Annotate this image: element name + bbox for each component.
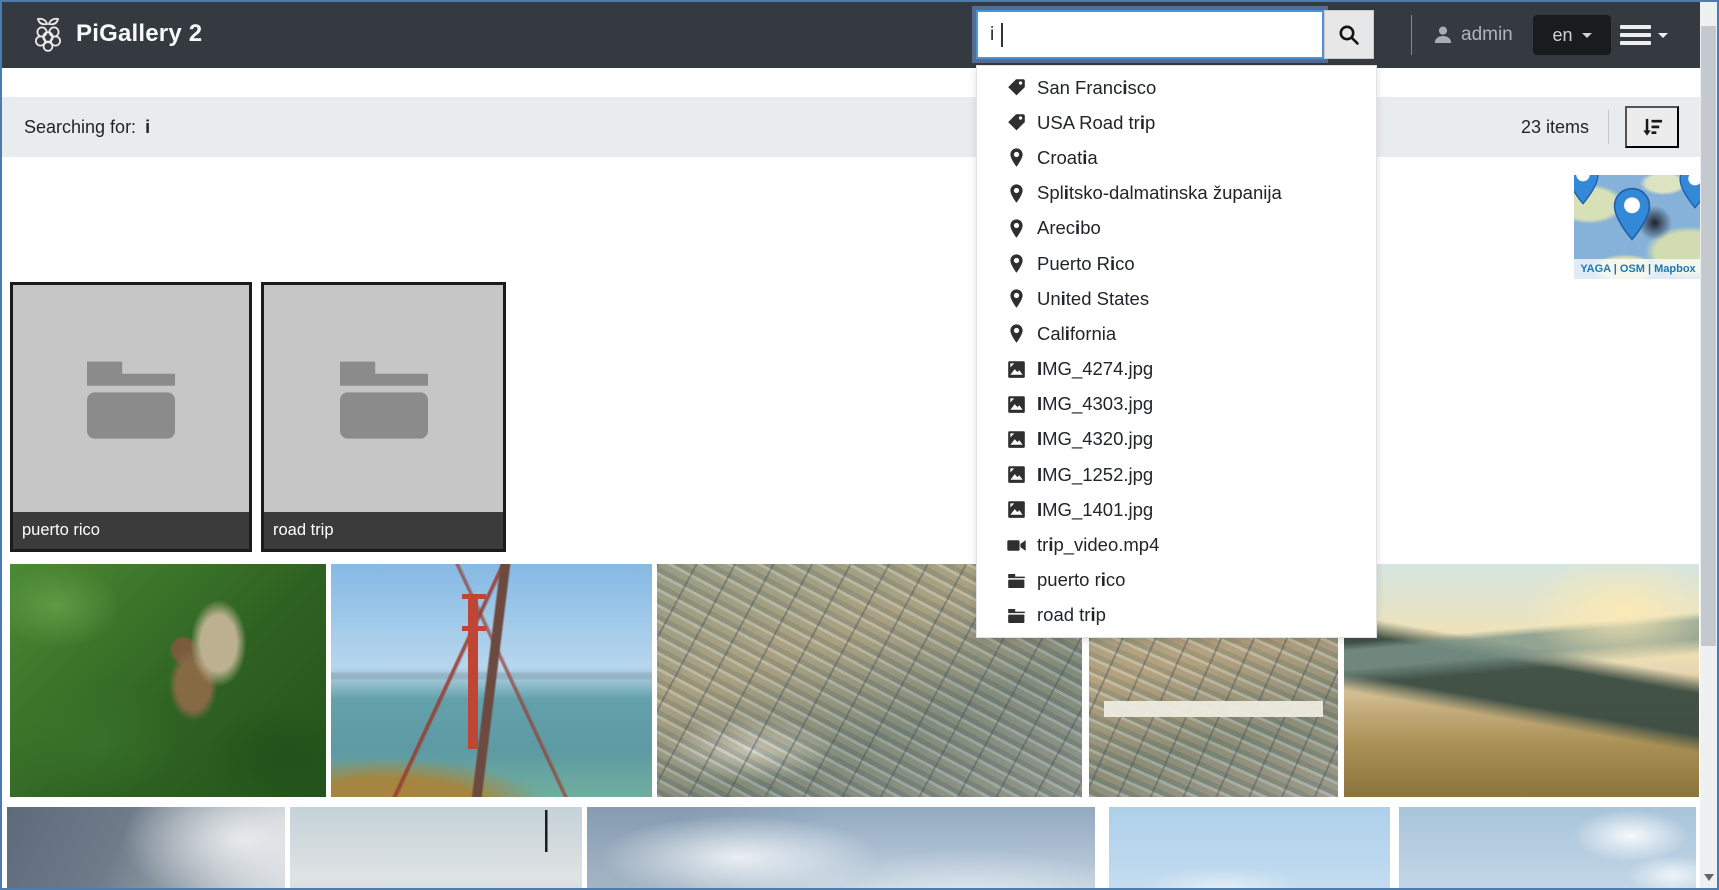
item-count-label: 23 items — [1521, 97, 1589, 157]
search-suggestion[interactable]: Splitsko-dalmatinska županija — [977, 176, 1376, 211]
suggestion-label: trip_video.mp4 — [1037, 534, 1159, 556]
pigallery-window: PiGallery 2 admin en — [0, 0, 1719, 890]
folder-icon — [328, 355, 440, 443]
location-pin-icon — [1006, 323, 1027, 344]
caret-down-icon — [1582, 33, 1592, 38]
search-suggestion[interactable]: United States — [977, 281, 1376, 316]
raspberry-pi-logo-icon[interactable] — [28, 15, 68, 55]
search-suggestion[interactable]: Croatia — [977, 140, 1376, 175]
search-suggestion[interactable]: IMG_4274.jpg — [977, 352, 1376, 387]
main-menu-button[interactable] — [1620, 2, 1668, 68]
location-pin-icon — [1006, 288, 1027, 309]
photo-thumbnail-mountain-ridge[interactable] — [1344, 564, 1699, 797]
search-status-bar: Searching for: i 23 items — [2, 97, 1700, 157]
folder-icon — [1006, 605, 1027, 626]
suggestion-label: California — [1037, 323, 1116, 345]
image-icon — [1006, 464, 1027, 485]
suggestion-label: IMG_4274.jpg — [1037, 358, 1153, 380]
navbar-divider — [1411, 15, 1412, 55]
search-suggestion[interactable]: Arecibo — [977, 211, 1376, 246]
search-suggestion[interactable]: IMG_4303.jpg — [977, 387, 1376, 422]
searching-for-label: Searching for: — [24, 117, 136, 137]
photo-thumbnail-storm-clouds[interactable] — [7, 807, 285, 890]
location-pin-icon — [1006, 147, 1027, 168]
folder-icon — [75, 355, 187, 443]
suggestion-label: road trip — [1037, 604, 1106, 626]
search-suggestion[interactable]: road trip — [977, 598, 1376, 633]
scroll-up-button[interactable] — [1700, 3, 1717, 23]
search-suggestions-dropdown: San Francisco USA Road trip Croatia Splitsk… — [976, 65, 1377, 638]
suggestion-label: San Francisco — [1037, 77, 1156, 99]
search-suggestion[interactable]: IMG_4320.jpg — [977, 422, 1376, 457]
scroll-down-button[interactable] — [1700, 867, 1717, 887]
search-suggestion[interactable]: IMG_1401.jpg — [977, 492, 1376, 527]
location-pin-icon — [1006, 253, 1027, 274]
suggestion-label: Croatia — [1037, 147, 1098, 169]
search-query-text: i — [145, 117, 150, 137]
suggestion-label: IMG_4320.jpg — [1037, 428, 1153, 450]
search-suggestion[interactable]: puerto rico — [977, 563, 1376, 598]
folder-name: puerto rico — [13, 512, 249, 549]
top-navbar: PiGallery 2 admin en — [2, 2, 1717, 68]
folder-tile-puerto-rico[interactable]: puerto rico — [10, 282, 252, 552]
suggestion-label: USA Road trip — [1037, 112, 1155, 134]
app-title[interactable]: PiGallery 2 — [76, 2, 202, 68]
language-label: en — [1552, 25, 1572, 46]
search-suggestion[interactable]: Puerto Rico — [977, 246, 1376, 281]
photo-thumbnail-cloudy-sky[interactable] — [587, 807, 1095, 890]
photo-thumbnail-teal-building[interactable] — [290, 807, 582, 890]
suggestion-label: Arecibo — [1037, 217, 1101, 239]
search-suggestion[interactable]: San Francisco — [977, 70, 1376, 105]
sort-button[interactable] — [1625, 106, 1679, 148]
folder-tile-road-trip[interactable]: road trip — [261, 282, 506, 552]
suggestion-label: IMG_1401.jpg — [1037, 499, 1153, 521]
folder-name: road trip — [264, 512, 503, 549]
map-attribution: YAGA | OSM | Mapbox — [1574, 259, 1702, 279]
suggestion-label: United States — [1037, 288, 1149, 310]
map-preview-widget[interactable]: YAGA | OSM | Mapbox — [1574, 175, 1702, 279]
image-icon — [1006, 359, 1027, 380]
status-divider — [1608, 110, 1609, 144]
search-icon — [1337, 23, 1361, 47]
search-suggestion[interactable]: trip_video.mp4 — [977, 527, 1376, 562]
caret-down-icon — [1658, 33, 1668, 38]
image-icon — [1006, 499, 1027, 520]
search-suggestion[interactable]: IMG_1252.jpg — [977, 457, 1376, 492]
search-suggestion[interactable]: California — [977, 316, 1376, 351]
searching-for-text: Searching for: i — [24, 97, 150, 157]
suggestion-label: puerto rico — [1037, 569, 1125, 591]
map-pin-icon — [1678, 175, 1702, 209]
username-label: admin — [1461, 24, 1513, 46]
image-icon — [1006, 429, 1027, 450]
arrow-down-icon — [1704, 874, 1714, 881]
video-camera-icon — [1006, 535, 1027, 556]
photo-thumbnail-blue-sky-sea[interactable] — [1109, 807, 1390, 890]
vertical-scrollbar[interactable] — [1700, 2, 1717, 888]
image-icon — [1006, 394, 1027, 415]
user-icon — [1431, 23, 1455, 47]
folder-icon — [1006, 570, 1027, 591]
hamburger-icon — [1620, 25, 1651, 45]
search-button[interactable] — [1324, 10, 1374, 59]
tag-icon — [1006, 112, 1027, 133]
photo-thumbnail-golden-gate-bridge[interactable] — [331, 564, 652, 797]
tag-icon — [1006, 77, 1027, 98]
map-pin-icon — [1574, 175, 1600, 205]
photo-thumbnail-squirrel-foliage[interactable] — [10, 564, 326, 797]
suggestion-label: Splitsko-dalmatinska županija — [1037, 182, 1282, 204]
user-menu[interactable]: admin — [1431, 2, 1513, 68]
suggestion-label: IMG_1252.jpg — [1037, 464, 1153, 486]
location-pin-icon — [1006, 218, 1027, 239]
photo-thumbnail-city-skyline[interactable] — [1399, 807, 1696, 890]
text-caret — [1001, 23, 1003, 47]
sort-amount-down-icon — [1641, 116, 1664, 139]
search-input[interactable] — [976, 10, 1324, 59]
search-suggestion[interactable]: USA Road trip — [977, 105, 1376, 140]
language-dropdown[interactable]: en — [1533, 15, 1611, 55]
suggestion-label: IMG_4303.jpg — [1037, 393, 1153, 415]
suggestion-label: Puerto Rico — [1037, 253, 1135, 275]
location-pin-icon — [1006, 183, 1027, 204]
map-pin-icon — [1612, 187, 1652, 241]
scrollbar-thumb[interactable] — [1701, 26, 1716, 646]
